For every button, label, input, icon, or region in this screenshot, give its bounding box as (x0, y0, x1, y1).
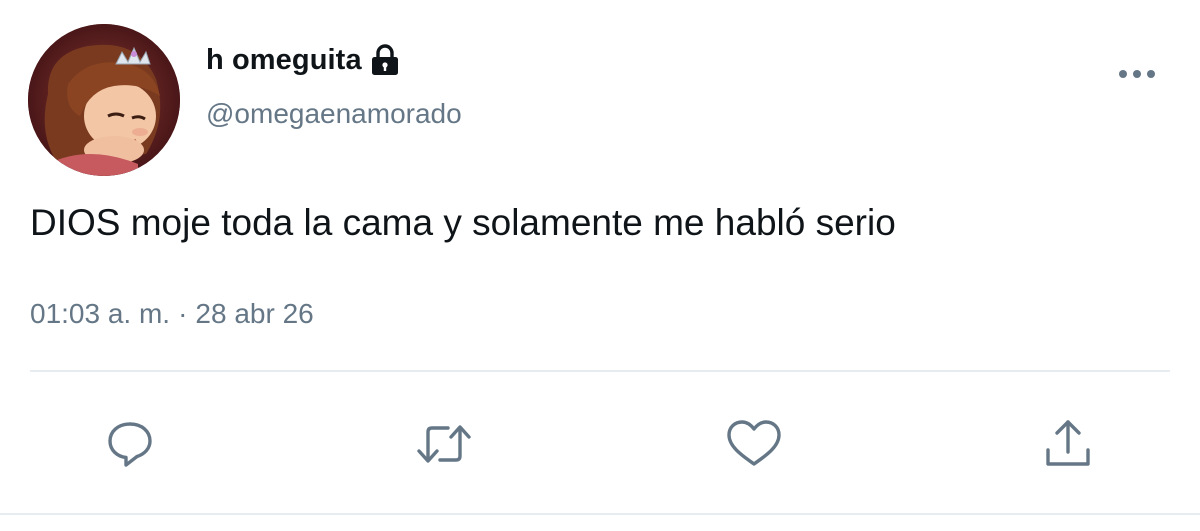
retweet-button[interactable] (414, 414, 474, 474)
like-icon (727, 420, 781, 466)
tweet-time: 01:03 a. m. (30, 298, 171, 329)
avatar-image (28, 24, 180, 176)
tweet-card: h omeguita @omegaenamorado DIOS moje tod… (0, 0, 1200, 531)
share-button[interactable] (1038, 414, 1098, 474)
reply-button[interactable] (100, 414, 160, 474)
user-handle[interactable]: @omegaenamorado (206, 98, 462, 130)
tweet-timestamp[interactable]: 01:03 a. m. · 28 abr 26 (30, 298, 314, 330)
divider (30, 370, 1170, 372)
meta-separator: · (178, 298, 188, 329)
more-options-button[interactable] (1114, 60, 1160, 88)
tweet-date: 28 abr 26 (195, 298, 314, 329)
display-name-row[interactable]: h omeguita (206, 40, 400, 80)
lock-icon (370, 44, 400, 76)
display-name[interactable]: h omeguita (206, 44, 362, 77)
avatar[interactable] (28, 24, 180, 176)
tweet-text: DIOS moje toda la cama y solamente me ha… (30, 202, 896, 243)
share-icon (1046, 420, 1090, 466)
more-icon (1119, 70, 1155, 78)
like-button[interactable] (724, 414, 784, 474)
reply-icon (108, 422, 152, 467)
bottom-divider (0, 513, 1200, 515)
retweet-icon (417, 425, 471, 463)
